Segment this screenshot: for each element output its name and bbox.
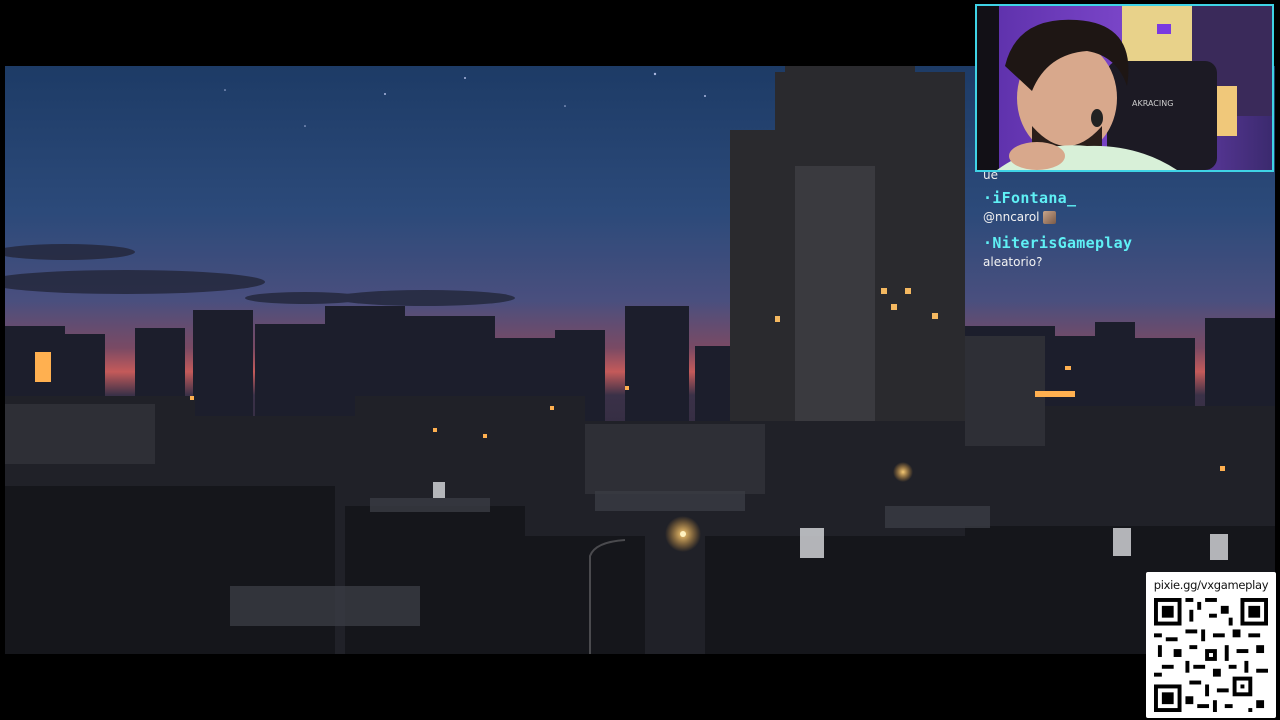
chair-brand-label: AKRACING	[1132, 99, 1173, 108]
donation-url[interactable]: pixie.gg/vxgameplay	[1146, 578, 1276, 592]
chat-overlay: ue ·iFontana_ @nncarol ·NiterisGameplay …	[983, 168, 1273, 269]
chat-message-text: aleatorio?	[983, 255, 1043, 269]
streamer-webcam: AKRACING	[975, 4, 1274, 172]
qr-code-icon[interactable]	[1154, 598, 1268, 712]
chat-partial-message: ue	[983, 168, 998, 179]
chat-message-text: @nncarol	[983, 210, 1040, 224]
chat-message-body: @nncarol	[983, 210, 1273, 224]
chat-emote-icon	[1042, 210, 1056, 224]
chat-username: ·iFontana_	[983, 189, 1077, 207]
chat-message: ·NiterisGameplay aleatorio?	[983, 234, 1273, 269]
chat-username: ·NiterisGameplay	[983, 234, 1133, 252]
chat-message: ·iFontana_ @nncarol	[983, 189, 1273, 224]
chat-message-body: aleatorio?	[983, 255, 1273, 269]
donation-qr-panel[interactable]: pixie.gg/vxgameplay	[1146, 572, 1276, 718]
streamer-webcam-image: AKRACING	[977, 6, 1272, 170]
